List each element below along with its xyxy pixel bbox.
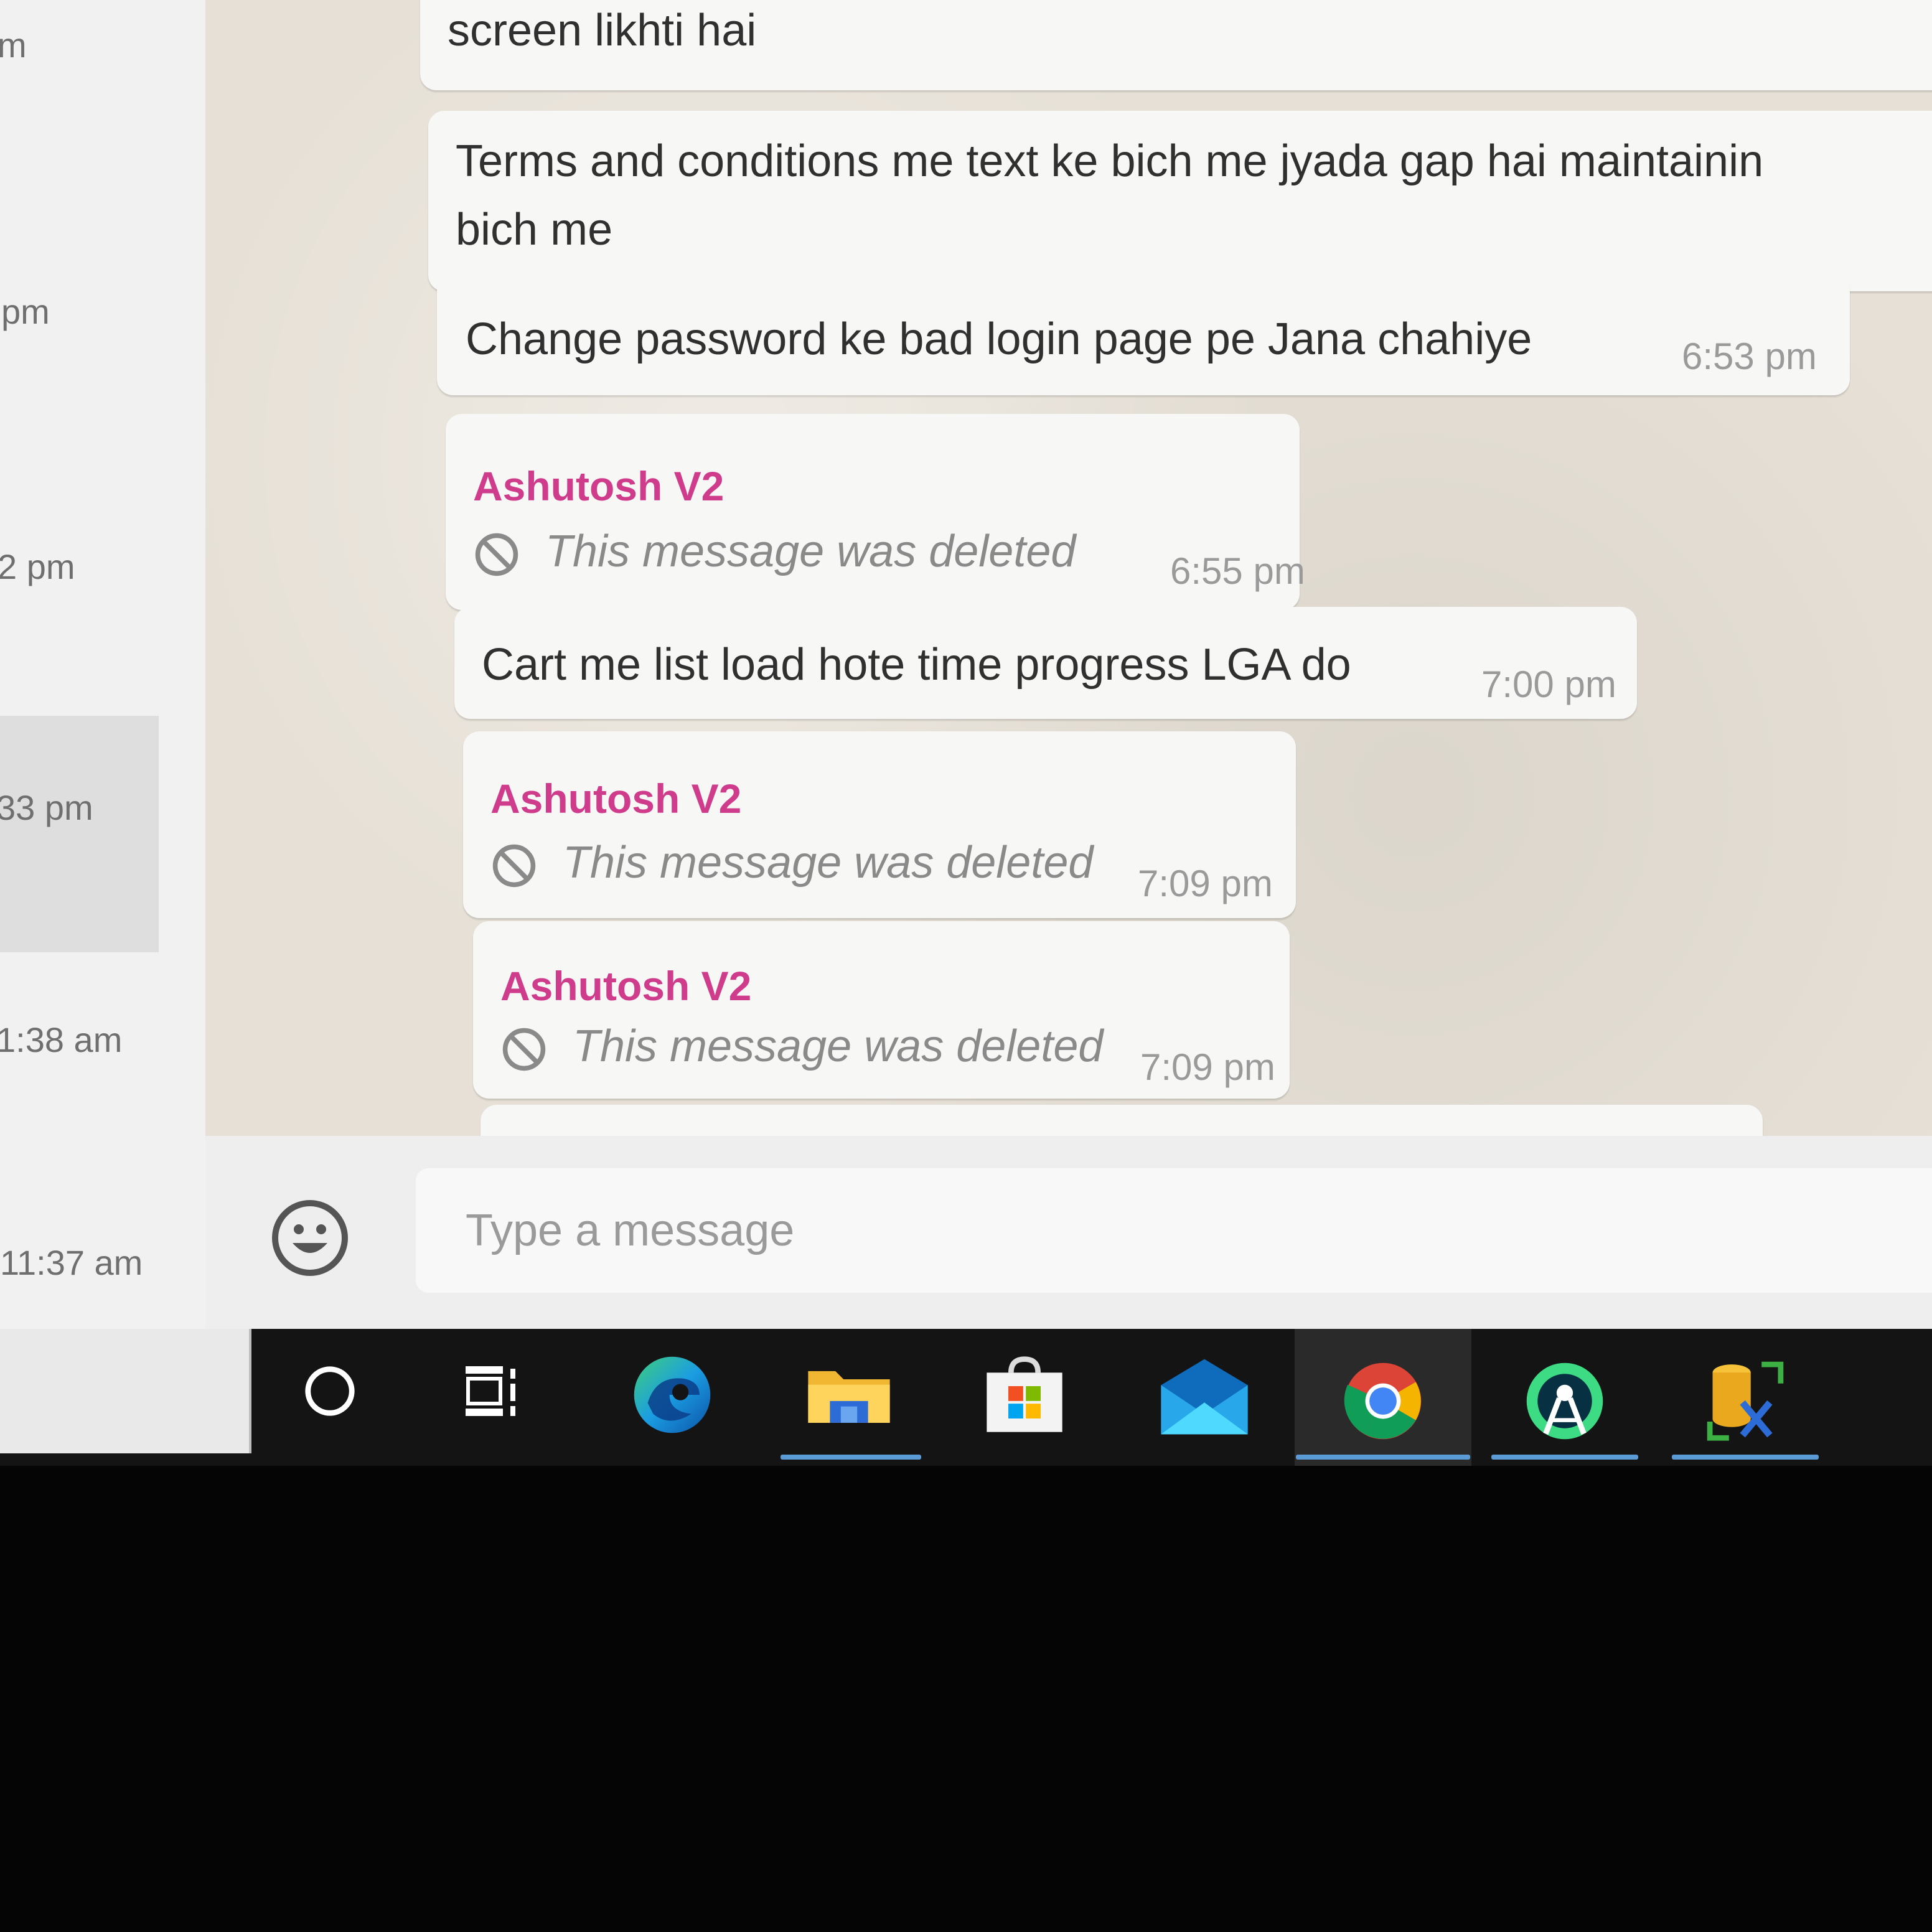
message-bubble: Change password ke bad login page pe Jan… <box>437 274 1850 395</box>
message-text: Change password ke bad login page pe Jan… <box>466 314 1532 364</box>
sender-name: Ashutosh V2 <box>473 463 724 509</box>
deleted-message-text: This message was deleted <box>573 1021 1104 1071</box>
taskbar <box>0 1329 1932 1466</box>
microsoft-store-icon <box>987 1356 1062 1432</box>
taskbar-search-box[interactable] <box>0 1329 251 1453</box>
deleted-ban-icon <box>475 533 518 576</box>
taskbar-item[interactable] <box>622 1329 722 1466</box>
message-text: bich me <box>456 205 613 255</box>
message-time: 6:53 pm <box>1682 335 1817 377</box>
taskbar-item[interactable] <box>1295 1329 1471 1466</box>
taskbar-active-indicator <box>1491 1455 1638 1460</box>
database-tool-icon <box>1707 1361 1784 1441</box>
message-text: screen likhti hai <box>448 6 757 55</box>
taskbar-item[interactable] <box>977 1329 1071 1466</box>
task-view-icon <box>466 1366 515 1416</box>
chrome-icon <box>1344 1362 1422 1440</box>
message-time: 7:09 pm <box>1140 1046 1275 1088</box>
deleted-ban-icon <box>492 844 536 888</box>
chat-list-time: m <box>0 26 27 65</box>
taskbar-item[interactable] <box>442 1329 542 1466</box>
deleted-ban-icon <box>502 1028 546 1071</box>
deleted-message-bubble: Ashutosh V2 This message was deleted 6:5… <box>446 414 1305 610</box>
edge-browser-icon <box>634 1356 711 1433</box>
message-time: 7:00 pm <box>1481 664 1616 705</box>
taskbar-item[interactable] <box>778 1329 921 1466</box>
chat-list: m pm 2 pm 33 pm 1:38 am 11:37 am <box>0 0 207 1329</box>
sender-name: Ashutosh V2 <box>500 963 752 1009</box>
taskbar-active-indicator <box>1296 1455 1470 1460</box>
taskbar-item[interactable] <box>280 1329 380 1466</box>
chat-list-time: 33 pm <box>0 788 93 827</box>
message-time: 7:09 pm <box>1138 863 1273 904</box>
taskbar-item[interactable] <box>1490 1329 1639 1466</box>
deleted-message-bubble: Ashutosh V2 This message was deleted 7:0… <box>463 731 1296 918</box>
android-studio-icon <box>1526 1362 1603 1440</box>
message-text: Cart me list load hote time progress LGA… <box>482 640 1351 690</box>
mail-icon <box>1161 1359 1248 1435</box>
search-circle-icon <box>305 1366 355 1416</box>
deleted-message-bubble: Ashutosh V2 This message was deleted 7:0… <box>473 921 1290 1099</box>
compose-bar <box>205 1136 1932 1329</box>
chat-list-selected-row[interactable] <box>0 716 159 952</box>
chat-pane: screen likhti hai Terms and conditions m… <box>205 0 1932 1179</box>
message-bubble: Terms and conditions me text ke bich me … <box>428 111 1932 291</box>
emoji-smiley-icon[interactable] <box>270 1198 350 1278</box>
message-bubble: screen likhti hai <box>420 0 1932 90</box>
message-input[interactable] <box>416 1168 1932 1293</box>
chat-list-time: 11:37 am <box>0 1243 143 1282</box>
deleted-message-text: This message was deleted <box>563 838 1094 888</box>
taskbar-item[interactable] <box>1151 1329 1257 1466</box>
screen: m pm 2 pm 33 pm 1:38 am 11:37 am screen … <box>0 0 1932 1329</box>
deleted-message-text: This message was deleted <box>545 527 1076 576</box>
taskbar-active-indicator <box>1672 1455 1819 1460</box>
chat-list-time: pm <box>1 292 50 331</box>
file-explorer-icon <box>808 1371 890 1423</box>
message-time: 6:55 pm <box>1170 550 1305 592</box>
message-bubble: Cart me list load hote time progress LGA… <box>454 607 1637 719</box>
taskbar-item[interactable] <box>1671 1329 1820 1466</box>
message-text: Terms and conditions me text ke bich me … <box>456 136 1764 186</box>
chat-list-time: 2 pm <box>0 547 75 586</box>
chat-list-time: 1:38 am <box>0 1020 123 1059</box>
sender-name: Ashutosh V2 <box>490 776 742 822</box>
taskbar-active-indicator <box>781 1455 921 1460</box>
